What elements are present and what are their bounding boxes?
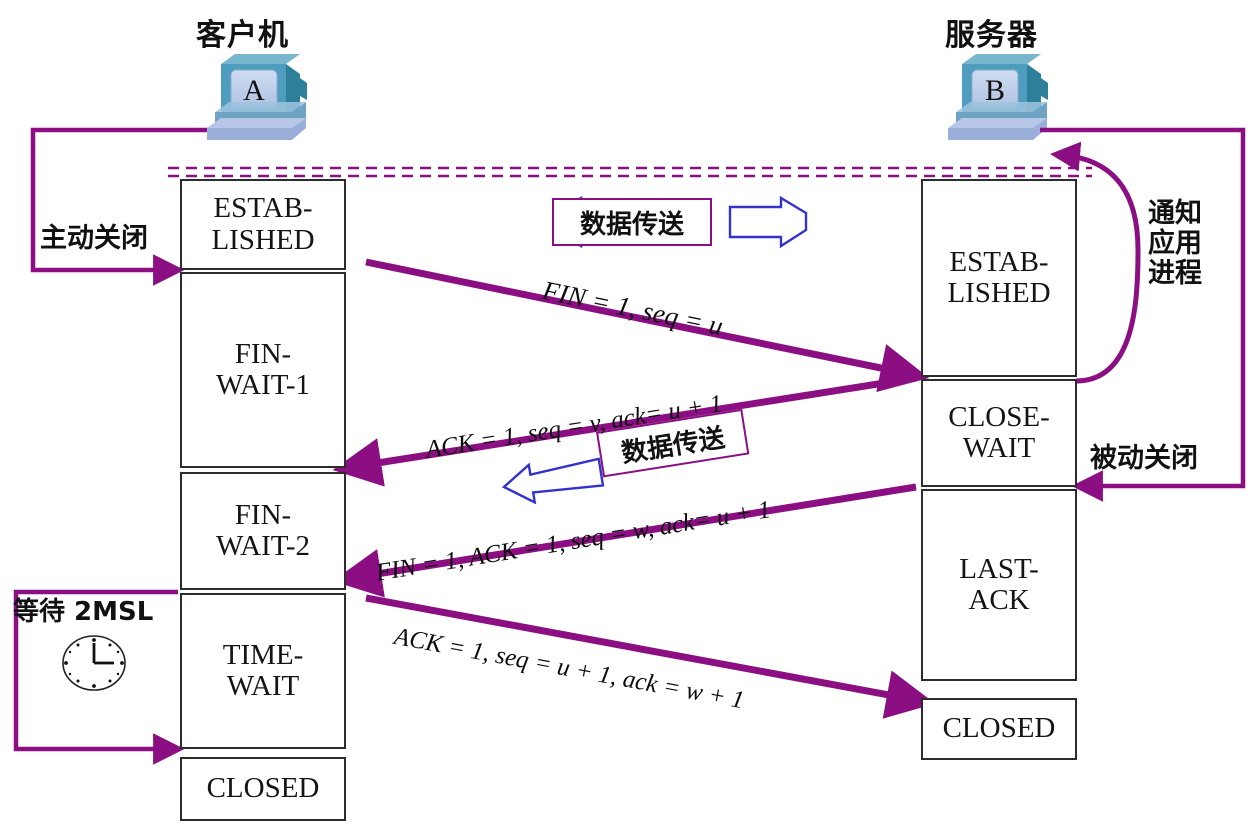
dashed-separator [168, 166, 1092, 178]
state-box-client-established[interactable]: ESTAB- LISHED [180, 179, 346, 270]
state-line: CLOSED [942, 712, 1056, 745]
notify-line: 进程 [1148, 258, 1202, 290]
state-line: WAIT [226, 670, 300, 702]
notify-line: 通知 [1148, 198, 1202, 229]
state-box-server-last-ack[interactable]: LAST- ACK [921, 489, 1077, 681]
state-line: TIME- [222, 638, 304, 671]
label-active-close: 主动关闭 [40, 223, 148, 254]
state-line: CLOSE- [948, 400, 1050, 433]
clock-icon [62, 635, 126, 691]
state-box-client-closed[interactable]: CLOSED [180, 757, 346, 821]
data-transfer-arrow-left [501, 457, 605, 505]
state-box-server-close-wait[interactable]: CLOSE- WAIT [921, 379, 1077, 487]
state-box-server-established[interactable]: ESTAB- LISHED [921, 179, 1077, 377]
state-line: WAIT-2 [216, 530, 310, 562]
state-line: LAST- [959, 552, 1039, 585]
notify-line: 应用 [1148, 228, 1202, 260]
state-line: ACK [968, 584, 1030, 616]
state-line: FIN- [234, 498, 292, 531]
label-wait-2msl: 等待 2MSL [13, 597, 154, 627]
client-column-title: 客户机 [196, 18, 289, 53]
label-passive-close: 被动关闭 [1090, 443, 1198, 474]
state-line: LISHED [947, 277, 1051, 309]
state-line: CLOSED [206, 772, 320, 805]
data-transfer-box-top: 数据传送 [552, 198, 712, 246]
state-line: LISHED [211, 223, 315, 256]
state-line: ESTAB- [213, 192, 313, 225]
state-box-client-fin-wait-1[interactable]: FIN- WAIT-1 [180, 272, 346, 468]
state-box-server-closed[interactable]: CLOSED [921, 698, 1077, 760]
state-line: ESTAB- [949, 245, 1049, 278]
client-host-label: A [243, 74, 265, 107]
state-box-client-time-wait[interactable]: TIME- WAIT [180, 593, 346, 749]
state-line: WAIT-1 [216, 369, 310, 401]
server-host-label: B [985, 74, 1005, 107]
state-box-client-fin-wait-2[interactable]: FIN- WAIT-2 [180, 472, 346, 590]
state-line: FIN- [234, 337, 292, 370]
label-notify-app-process: 通知 应用 进程 [1148, 198, 1202, 290]
client-computer-icon: A [207, 54, 307, 140]
server-column-title: 服务器 [945, 18, 1038, 53]
server-computer-icon: B [948, 54, 1048, 140]
state-line: WAIT [962, 432, 1036, 464]
